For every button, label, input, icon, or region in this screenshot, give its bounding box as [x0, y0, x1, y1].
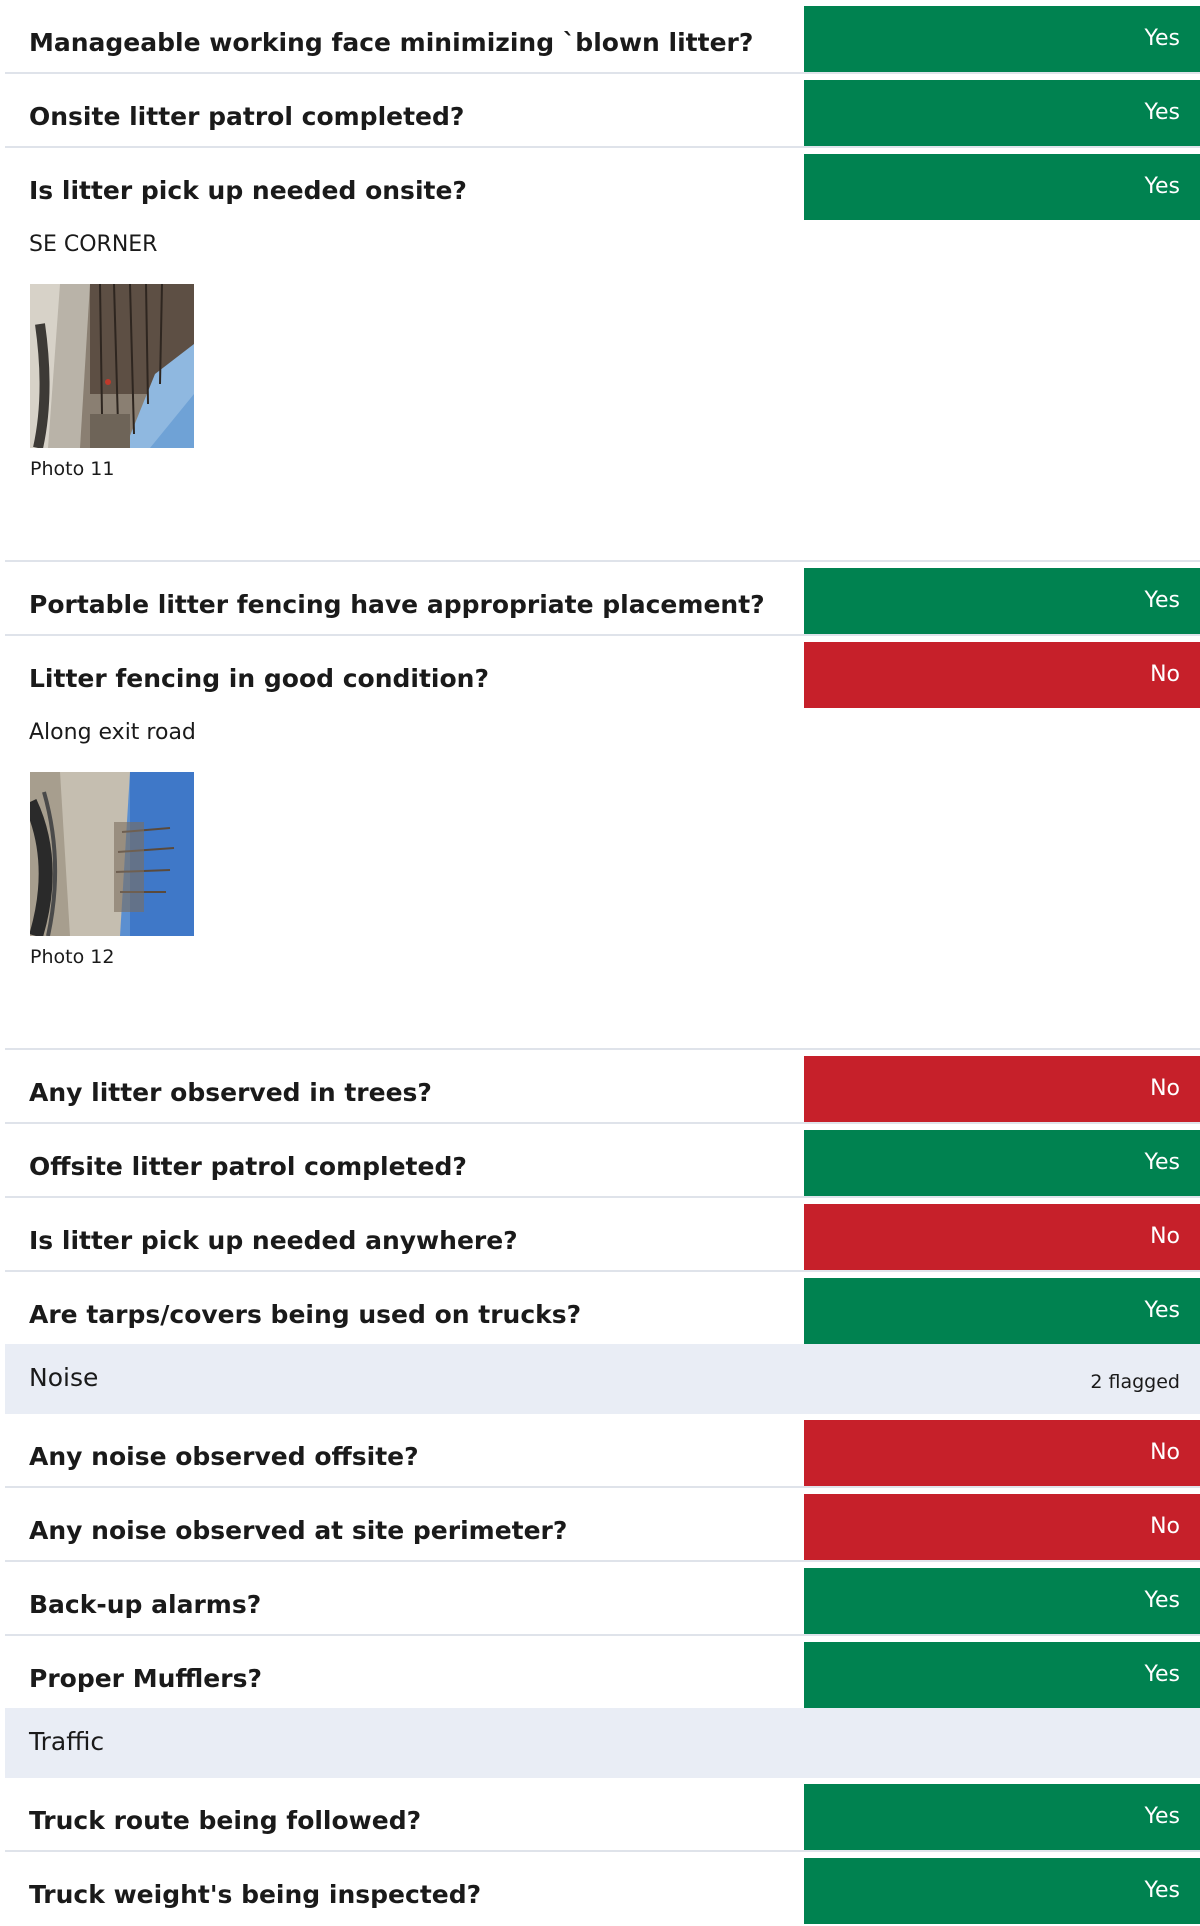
- inspector-note: SE CORNER: [29, 232, 158, 257]
- inspection-report: Manageable working face minimizing `blow…: [5, 0, 1200, 1926]
- answer-badge: Yes: [804, 1784, 1200, 1850]
- answer-badge: No: [804, 1056, 1200, 1122]
- question-text: Offsite litter patrol completed?: [29, 1152, 467, 1181]
- answer-badge: Yes: [804, 154, 1200, 220]
- answer-badge: No: [804, 642, 1200, 708]
- question-text: Are tarps/covers being used on trucks?: [29, 1300, 582, 1329]
- question-text: Proper Mufflers?: [29, 1664, 262, 1693]
- question-row: Portable litter fencing have appropriate…: [5, 562, 1200, 636]
- question-row: Is litter pick up needed onsite? Yes SE …: [5, 148, 1200, 562]
- question-text: Onsite litter patrol completed?: [29, 102, 465, 131]
- question-row: Are tarps/covers being used on trucks? Y…: [5, 1272, 1200, 1344]
- section-header-traffic[interactable]: Traffic: [5, 1708, 1200, 1778]
- question-text: Any litter observed in trees?: [29, 1078, 432, 1107]
- answer-badge: Yes: [804, 1130, 1200, 1196]
- question-row: Is litter pick up needed anywhere? No: [5, 1198, 1200, 1272]
- photo-caption: Photo 12: [30, 946, 115, 968]
- question-text: Is litter pick up needed onsite?: [29, 176, 467, 205]
- answer-badge: No: [804, 1204, 1200, 1270]
- question-row: Litter fencing in good condition? No Alo…: [5, 636, 1200, 1050]
- question-text: Litter fencing in good condition?: [29, 664, 489, 693]
- question-text: Truck weight's being inspected?: [29, 1880, 482, 1909]
- section-title: Traffic: [29, 1727, 105, 1756]
- question-row: Any litter observed in trees? No: [5, 1050, 1200, 1124]
- section-title: Noise: [29, 1363, 99, 1392]
- question-row: Back-up alarms? Yes: [5, 1562, 1200, 1636]
- answer-badge: Yes: [804, 1278, 1200, 1344]
- question-text: Any noise observed at site perimeter?: [29, 1516, 568, 1545]
- question-row: Any noise observed offsite? No: [5, 1414, 1200, 1488]
- section-header-noise[interactable]: Noise 2 flagged: [5, 1344, 1200, 1414]
- question-row: Manageable working face minimizing `blow…: [5, 0, 1200, 74]
- answer-badge: No: [804, 1420, 1200, 1486]
- answer-badge: Yes: [804, 1568, 1200, 1634]
- photo-thumbnail[interactable]: [30, 772, 194, 936]
- question-row: Truck weight's being inspected? Yes: [5, 1852, 1200, 1926]
- answer-badge: No: [804, 1494, 1200, 1560]
- answer-badge: Yes: [804, 1642, 1200, 1708]
- question-text: Is litter pick up needed anywhere?: [29, 1226, 518, 1255]
- answer-badge: Yes: [804, 6, 1200, 72]
- answer-badge: Yes: [804, 80, 1200, 146]
- question-row: Any noise observed at site perimeter? No: [5, 1488, 1200, 1562]
- question-row: Onsite litter patrol completed? Yes: [5, 74, 1200, 148]
- question-text: Portable litter fencing have appropriate…: [29, 590, 765, 619]
- question-text: Manageable working face minimizing `blow…: [29, 28, 754, 57]
- flagged-count: 2 flagged: [1090, 1371, 1180, 1393]
- question-row: Offsite litter patrol completed? Yes: [5, 1124, 1200, 1198]
- question-row: Truck route being followed? Yes: [5, 1778, 1200, 1852]
- answer-badge: Yes: [804, 568, 1200, 634]
- question-text: Back-up alarms?: [29, 1590, 262, 1619]
- answer-badge: Yes: [804, 1858, 1200, 1924]
- photo-image: [30, 772, 194, 936]
- photo-thumbnail[interactable]: [30, 284, 194, 448]
- photo-caption: Photo 11: [30, 458, 115, 480]
- question-row: Proper Mufflers? Yes: [5, 1636, 1200, 1708]
- question-text: Truck route being followed?: [29, 1806, 422, 1835]
- inspector-note: Along exit road: [29, 720, 196, 745]
- question-text: Any noise observed offsite?: [29, 1442, 419, 1471]
- photo-image: [30, 284, 194, 448]
